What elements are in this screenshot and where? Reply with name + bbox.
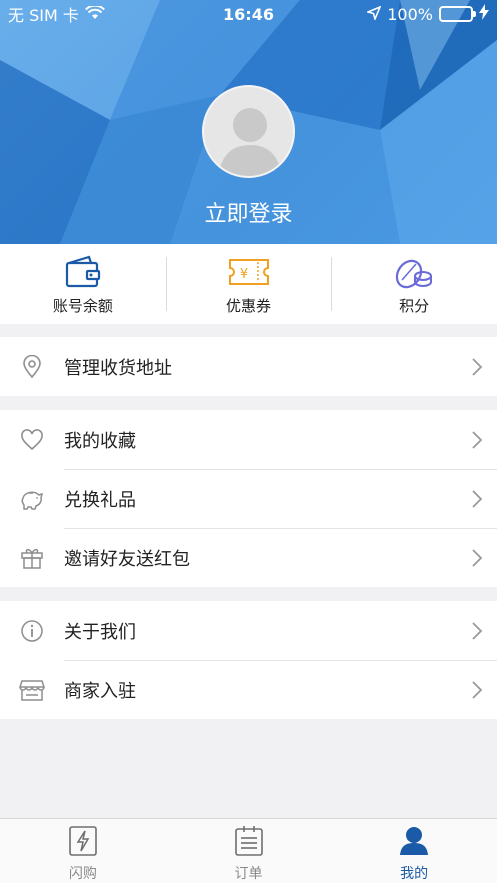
chevron-right-icon [457, 680, 497, 700]
charging-icon [479, 4, 489, 24]
battery-percent: 100% [387, 4, 433, 24]
coupon-icon: ¥ [228, 253, 270, 291]
menu-item-about[interactable]: 关于我们 [0, 601, 497, 660]
store-icon [0, 679, 64, 701]
gift-icon [0, 546, 64, 570]
menu-item-gifts[interactable]: 兑换礼品 [0, 469, 497, 528]
chevron-right-icon [457, 489, 497, 509]
coupon-label: 优惠券 [226, 296, 272, 315]
flash-icon [68, 825, 98, 861]
menu-label-favorites: 我的收藏 [64, 430, 136, 452]
chevron-right-icon [457, 548, 497, 568]
tab-label-orders: 订单 [234, 866, 263, 882]
menu-label-address: 管理收货地址 [64, 357, 172, 379]
menu-label-merchant: 商家入驻 [64, 680, 136, 702]
login-link[interactable]: 立即登录 [0, 196, 497, 228]
carrier-label: 无 SIM 卡 [8, 6, 79, 25]
tab-bar: 闪购 订单 我的 [0, 818, 497, 883]
piggy-bank-icon [0, 488, 64, 510]
address-group: 管理收货地址 [0, 337, 497, 396]
chevron-right-icon [457, 430, 497, 450]
account-balance-label: 账号余额 [52, 296, 113, 315]
tab-label-mine: 我的 [400, 866, 429, 882]
coupon-button[interactable]: ¥ 优惠券 [165, 244, 332, 324]
points-label: 积分 [399, 296, 430, 315]
chevron-right-icon [457, 357, 497, 377]
favorites-group: 我的收藏 兑换礼品 邀请好友送红包 [0, 410, 497, 587]
about-group: 关于我们 商家入驻 [0, 601, 497, 719]
tab-mine[interactable]: 我的 [331, 819, 497, 883]
user-avatar-placeholder-icon [218, 108, 282, 176]
menu-label-invite: 邀请好友送红包 [64, 548, 190, 570]
heart-icon [0, 428, 64, 451]
menu-item-invite[interactable]: 邀请好友送红包 [0, 528, 497, 587]
profile-header: 无 SIM 卡 16:46 100% 立即登录 [0, 0, 497, 244]
svg-text:¥: ¥ [239, 267, 247, 282]
tab-label-flash-sale: 闪购 [68, 866, 97, 882]
tab-flash-sale[interactable]: 闪购 [0, 819, 166, 883]
quick-actions-bar: 账号余额 ¥ 优惠券 积分 [0, 244, 497, 324]
wallet-icon [65, 253, 101, 291]
order-list-icon [234, 825, 264, 861]
tab-orders[interactable]: 订单 [166, 819, 332, 883]
wifi-icon [84, 4, 105, 24]
menu-label-about: 关于我们 [64, 621, 136, 643]
user-icon [399, 825, 429, 861]
info-icon [0, 619, 64, 643]
avatar[interactable] [202, 85, 295, 178]
menu-item-merchant[interactable]: 商家入驻 [0, 660, 497, 719]
location-pin-icon [0, 354, 64, 379]
account-balance-button[interactable]: 账号余额 [0, 244, 166, 324]
location-arrow-icon [365, 5, 382, 24]
status-bar: 无 SIM 卡 16:46 100% [0, 0, 497, 28]
points-button[interactable]: 积分 [331, 244, 497, 324]
menu-item-favorites[interactable]: 我的收藏 [0, 410, 497, 469]
menu-item-address[interactable]: 管理收货地址 [0, 337, 497, 396]
menu-label-gifts: 兑换礼品 [64, 489, 136, 511]
battery-icon [439, 6, 476, 22]
coins-icon [395, 253, 433, 291]
chevron-right-icon [457, 621, 497, 641]
